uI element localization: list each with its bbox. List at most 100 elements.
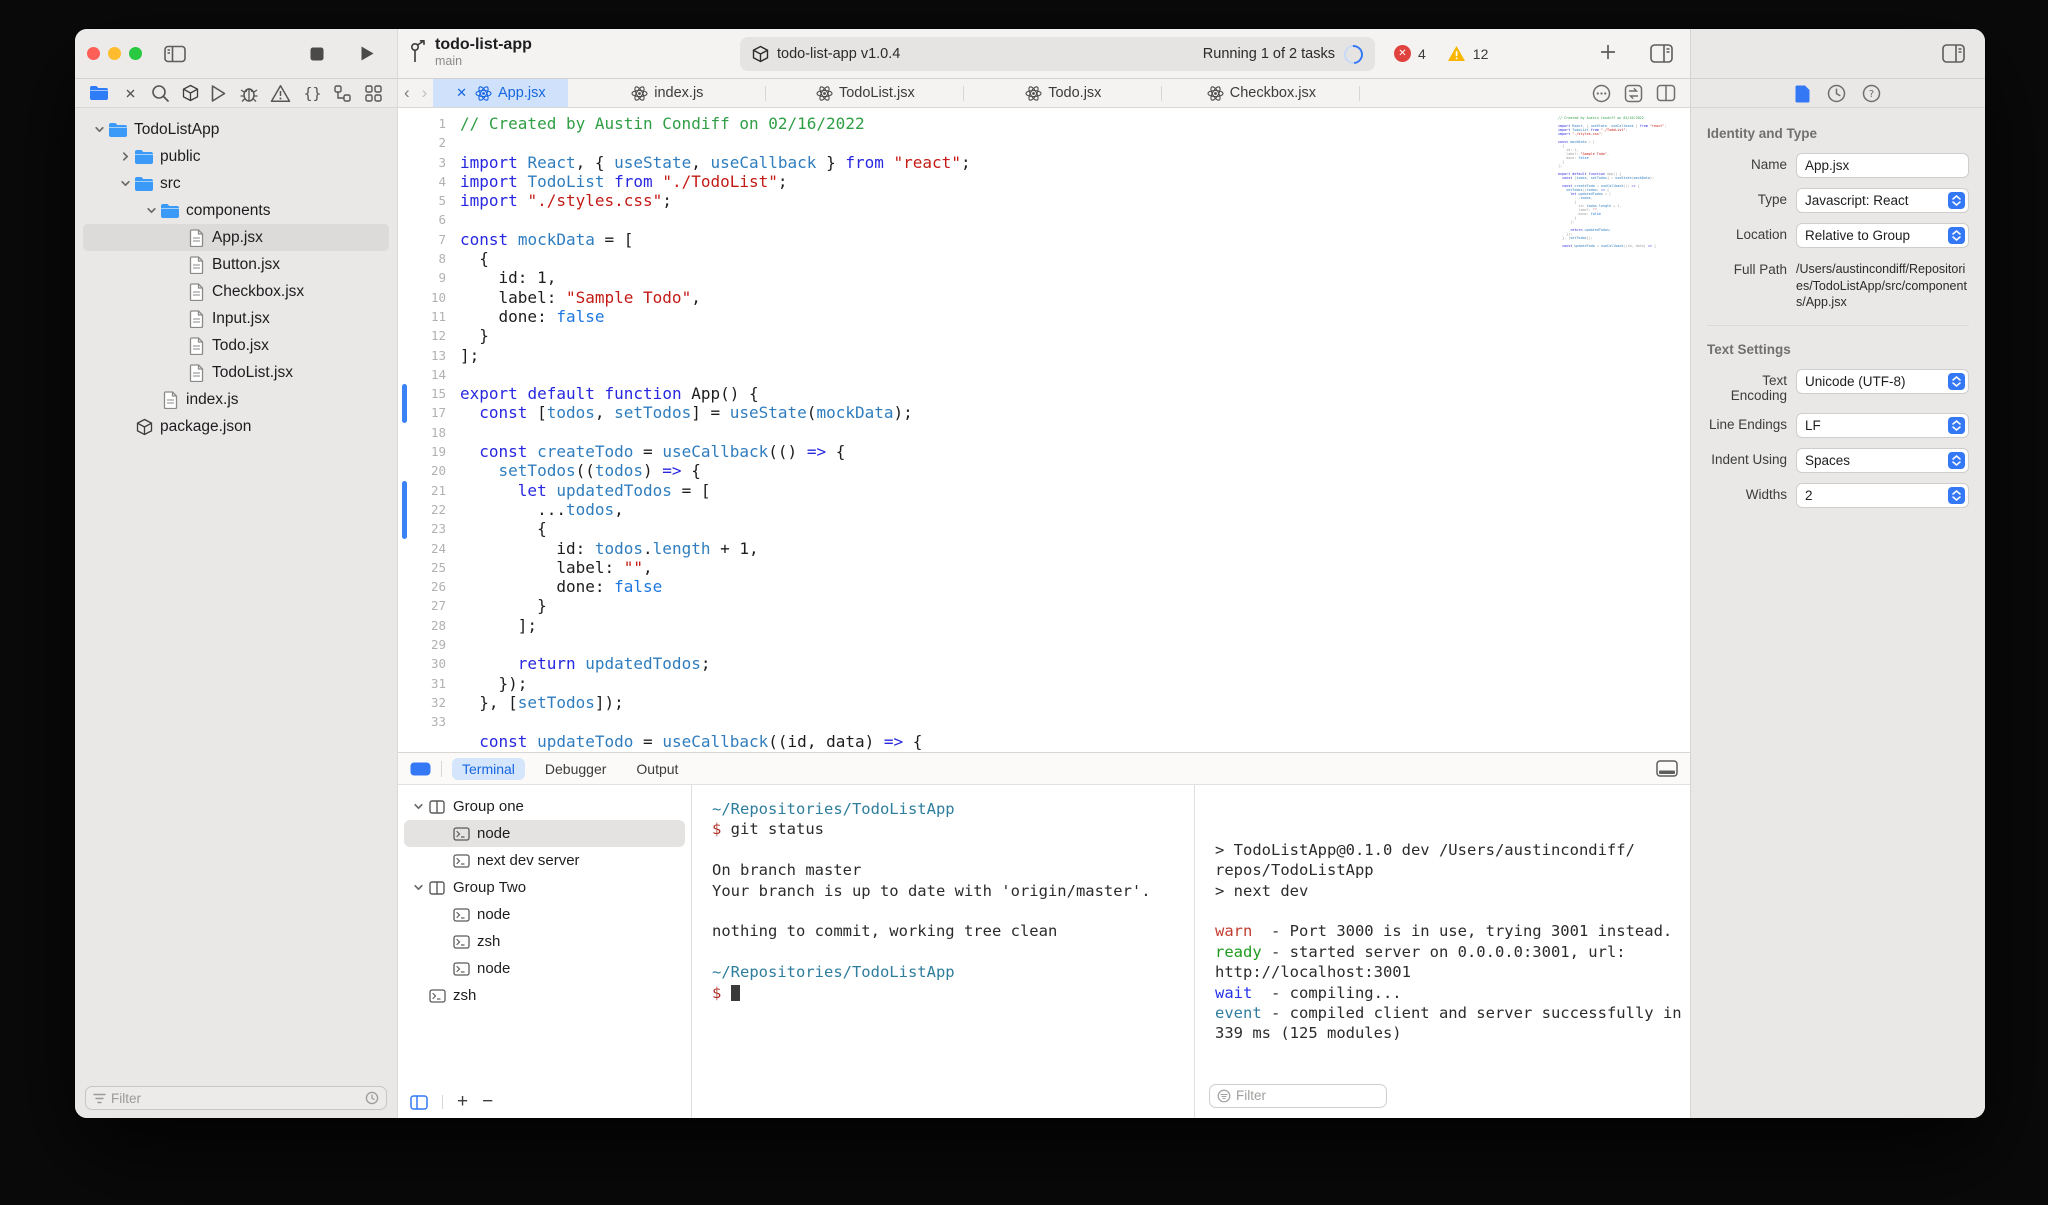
change-indicator-bar xyxy=(402,480,407,539)
file-tree-item-src[interactable]: src xyxy=(83,170,389,197)
text-encoding-select[interactable]: Unicode (UTF-8) xyxy=(1796,368,1969,394)
file-tree-label: components xyxy=(186,201,271,219)
code-editor[interactable]: 1 2 3 4 5 6 7 8 9 10 11 12 13 14 15 17 18 19 20 21 22 23 24 25 2… xyxy=(398,108,1690,752)
issue-badges[interactable]: ✕ 4 12 xyxy=(1394,45,1488,62)
panel-drawer-icon[interactable] xyxy=(410,762,431,776)
editor-tab-index.js[interactable]: index.js xyxy=(568,79,767,107)
utility-tab-output[interactable]: Output xyxy=(626,758,688,780)
toggle-left-sidebar-icon[interactable] xyxy=(164,45,186,63)
terminal-filter-input[interactable]: Filter xyxy=(1209,1084,1387,1108)
tab-overflow-icon[interactable] xyxy=(1592,84,1611,103)
file-tree-item-Input.jsx[interactable]: Input.jsx xyxy=(83,305,389,332)
history-inspector-icon[interactable] xyxy=(1827,84,1846,103)
minimize-window-button[interactable] xyxy=(108,47,121,60)
code-content[interactable]: // Created by Austin Condiff on 02/16/20… xyxy=(460,114,971,751)
close-tab-icon[interactable]: ✕ xyxy=(456,85,467,101)
indent-using-select[interactable]: Spaces xyxy=(1796,447,1969,473)
file-tree-item-Button.jsx[interactable]: Button.jsx xyxy=(83,251,389,278)
widths-select[interactable]: 2 xyxy=(1796,482,1969,508)
split-editor-icon[interactable] xyxy=(1656,84,1676,102)
scheme-status-pill[interactable]: todo-list-app v1.0.4 Running 1 of 2 task… xyxy=(740,37,1375,71)
stop-button[interactable] xyxy=(310,47,324,61)
terminal-session-zsh[interactable]: zsh xyxy=(404,928,685,955)
zoom-window-button[interactable] xyxy=(129,47,142,60)
traffic-lights xyxy=(87,47,142,60)
editor-tab-Checkbox.jsx[interactable]: Checkbox.jsx xyxy=(1162,79,1361,107)
utility-tab-terminal[interactable]: Terminal xyxy=(452,757,525,780)
terminal-session-node[interactable]: node xyxy=(404,820,685,847)
disclosure-chevron-icon[interactable] xyxy=(91,124,107,135)
navigator-tab-bug-icon[interactable] xyxy=(239,84,259,103)
inspector-panel: Identity and Type Name App.jsx Type Javascri… xyxy=(1690,108,1985,1118)
session-label: node xyxy=(477,960,511,977)
utility-tab-debugger[interactable]: Debugger xyxy=(535,758,617,780)
type-select[interactable]: Javascript: React xyxy=(1796,188,1969,213)
forward-button[interactable]: › xyxy=(416,79,434,107)
run-button[interactable] xyxy=(360,45,375,62)
file-tree-item-App.jsx[interactable]: App.jsx xyxy=(83,224,389,251)
line-endings-select[interactable]: LF xyxy=(1796,412,1969,438)
toggle-editor-layout-icon[interactable] xyxy=(1650,44,1673,63)
hide-utility-panel-icon[interactable] xyxy=(1656,760,1678,777)
toggle-sessions-sidebar-icon[interactable] xyxy=(410,1094,428,1110)
navigator-tab-warning-icon[interactable] xyxy=(270,84,291,103)
navigator-tab-folder-icon[interactable] xyxy=(89,85,109,101)
navigator-tab-braces-icon[interactable]: {} xyxy=(303,84,322,103)
change-indicator-bar xyxy=(402,384,407,423)
add-button[interactable] xyxy=(1598,42,1618,62)
inspector-section: Text Settings Text Encoding Unicode (UTF-8… xyxy=(1707,324,1969,508)
navigator-tab-run-icon[interactable] xyxy=(210,84,227,103)
navigator-tab-search-icon[interactable] xyxy=(151,84,170,103)
disclosure-chevron-icon[interactable] xyxy=(143,205,159,216)
file-tree-item-Checkbox.jsx[interactable]: Checkbox.jsx xyxy=(83,278,389,305)
disclosure-chevron-icon[interactable] xyxy=(117,178,133,189)
file-tree-item-components[interactable]: components xyxy=(83,197,389,224)
navigator-filter-input[interactable]: Filter xyxy=(85,1086,387,1110)
close-window-button[interactable] xyxy=(87,47,100,60)
disclosure-chevron-icon[interactable] xyxy=(117,151,133,162)
disclosure-chevron-icon[interactable] xyxy=(410,801,426,812)
editor-tab-TodoList.jsx[interactable]: TodoList.jsx xyxy=(766,79,965,107)
terminal-session-next-dev-server[interactable]: next dev server xyxy=(404,847,685,874)
back-button[interactable]: ‹ xyxy=(398,79,416,107)
terminal-icon xyxy=(450,826,472,841)
remove-session-button[interactable]: − xyxy=(482,1091,493,1113)
inspector-field-label: Full Path xyxy=(1733,262,1787,277)
editor-tab-App.jsx[interactable]: ✕ App.jsx xyxy=(433,79,569,107)
file-tree-item-Todo.jsx[interactable]: Todo.jsx xyxy=(83,332,389,359)
session-label: node xyxy=(477,825,511,842)
navigator-tab-package-icon[interactable] xyxy=(182,84,199,102)
select-stepper-icon xyxy=(1948,227,1965,244)
minimap[interactable]: // Created by Austin Condiff on 02/16/20… xyxy=(1558,116,1680,248)
toggle-inspector-icon[interactable] xyxy=(1942,44,1965,63)
help-inspector-icon[interactable]: ? xyxy=(1862,84,1881,103)
warning-count: 12 xyxy=(1472,45,1489,62)
terminal-session-node[interactable]: node xyxy=(404,955,685,982)
navigator-sidebar: TodoListApp public src components App.jsx But… xyxy=(75,108,398,1118)
terminal-session-Group-Two[interactable]: Group Two xyxy=(404,874,685,901)
swap-file-icon[interactable] xyxy=(1624,84,1643,103)
session-label: zsh xyxy=(477,933,501,950)
file-tree-item-public[interactable]: public xyxy=(83,143,389,170)
editor-tab-Todo.jsx[interactable]: Todo.jsx xyxy=(964,79,1163,107)
disclosure-chevron-icon[interactable] xyxy=(410,882,426,893)
name-input[interactable]: App.jsx xyxy=(1796,153,1969,178)
terminal-session-zsh[interactable]: zsh xyxy=(404,982,685,1009)
navigator-tab-source-control-icon[interactable] xyxy=(121,84,140,103)
location-select[interactable]: Relative to Group xyxy=(1796,223,1969,248)
file-tree-item-TodoListApp[interactable]: TodoListApp xyxy=(83,116,389,143)
file-tree-label: package.json xyxy=(160,417,252,435)
navigator-tab-hierarchy-icon[interactable] xyxy=(333,84,352,103)
terminal-session-node[interactable]: node xyxy=(404,901,685,928)
terminal-pane-left[interactable]: ~/Repositories/TodoListApp $ git status O… xyxy=(692,785,1195,1118)
add-session-button[interactable]: + xyxy=(457,1091,468,1113)
clock-icon[interactable] xyxy=(365,1091,379,1105)
file-tree-item-package.json[interactable]: package.json xyxy=(83,413,389,440)
navigator-tab-grid-icon[interactable] xyxy=(364,84,383,103)
file-tree-item-TodoList.jsx[interactable]: TodoList.jsx xyxy=(83,359,389,386)
file-inspector-icon[interactable] xyxy=(1795,84,1811,103)
file-tree-item-index.js[interactable]: index.js xyxy=(83,386,389,413)
folder-icon xyxy=(159,203,181,219)
terminal-session-Group-one[interactable]: Group one xyxy=(404,793,685,820)
terminal-pane-right[interactable]: > TodoListApp@0.1.0 dev /Users/austincon… xyxy=(1195,785,1690,1118)
